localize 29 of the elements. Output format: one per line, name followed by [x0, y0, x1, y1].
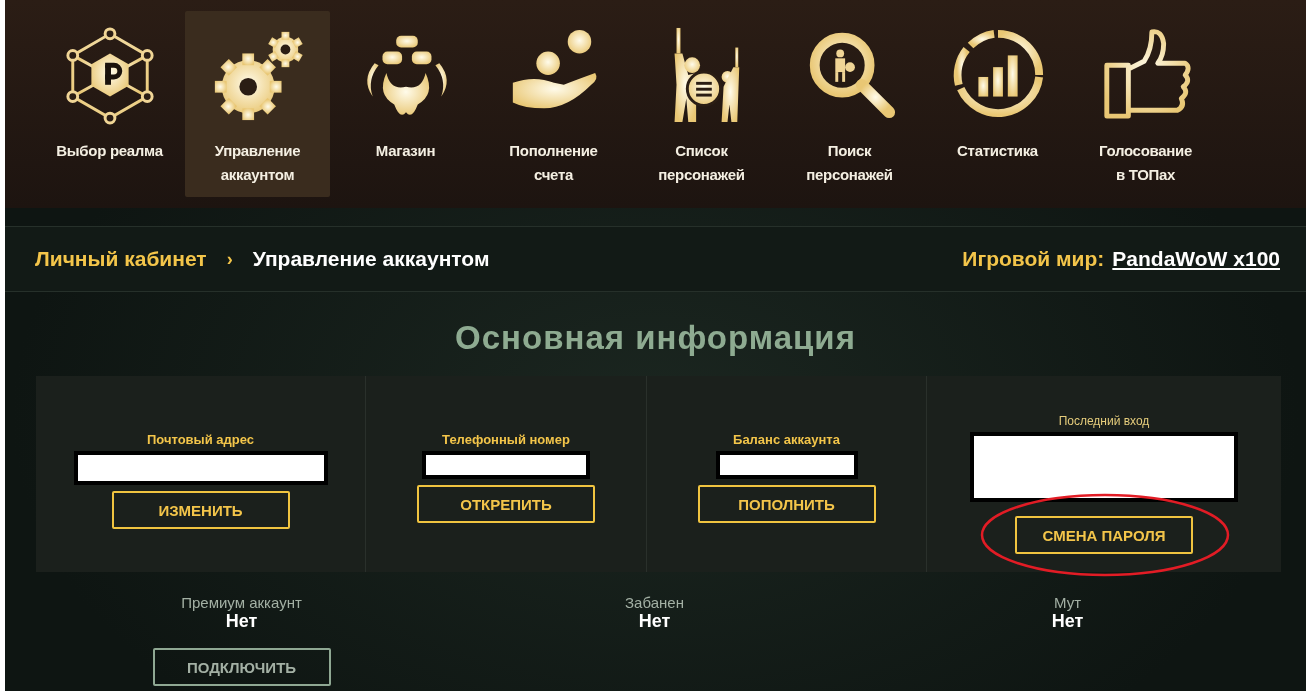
nav-item[interactable]: Голосование в ТОПах — [1073, 11, 1218, 197]
action-button[interactable]: ПОПОЛНИТЬ — [697, 485, 876, 523]
breadcrumb-separator: › — [226, 248, 233, 270]
realm-label: Игровой мир: — [962, 247, 1105, 271]
realm-link[interactable]: PandaWoW x100 — [1112, 247, 1280, 271]
field-label: Почтовый адрес — [146, 432, 255, 447]
nav-item[interactable]: Магазин — [333, 11, 478, 197]
status-label: Премиум аккаунт — [181, 594, 302, 611]
breadcrumb-link[interactable]: Личный кабинет — [35, 247, 207, 271]
status-label: Забанен — [625, 594, 684, 611]
field-label: Последний вход — [1058, 414, 1150, 428]
nav-item[interactable]: Управление аккаунтом — [185, 11, 330, 197]
status-value: Нет — [1051, 611, 1084, 632]
connect-button[interactable]: ПОДКЛЮЧИТЬ — [152, 648, 331, 686]
breadcrumb-current: Управление аккаунтом — [252, 247, 490, 271]
nav-item[interactable]: Список персонажей — [629, 11, 774, 197]
nav-item[interactable]: Пополнение счета — [481, 11, 626, 197]
status-value: Нет — [638, 611, 671, 632]
status-value: Нет — [225, 611, 258, 632]
status-label: Мут — [1053, 594, 1081, 611]
nav-item[interactable]: Поиск персонажей — [777, 11, 922, 197]
field-label: Телефонный номер — [442, 432, 570, 447]
action-button[interactable]: ОТКРЕПИТЬ — [417, 485, 595, 523]
nav-item[interactable]: Статистика — [925, 11, 1070, 197]
action-button[interactable]: СМЕНА ПАРОЛЯ — [1015, 516, 1193, 554]
field-label: Баланс аккаунта — [733, 432, 840, 447]
nav-item[interactable]: Выбор реалма — [37, 11, 182, 197]
section-title: Основная информация — [454, 318, 857, 358]
action-button[interactable]: ИЗМЕНИТЬ — [111, 491, 290, 529]
